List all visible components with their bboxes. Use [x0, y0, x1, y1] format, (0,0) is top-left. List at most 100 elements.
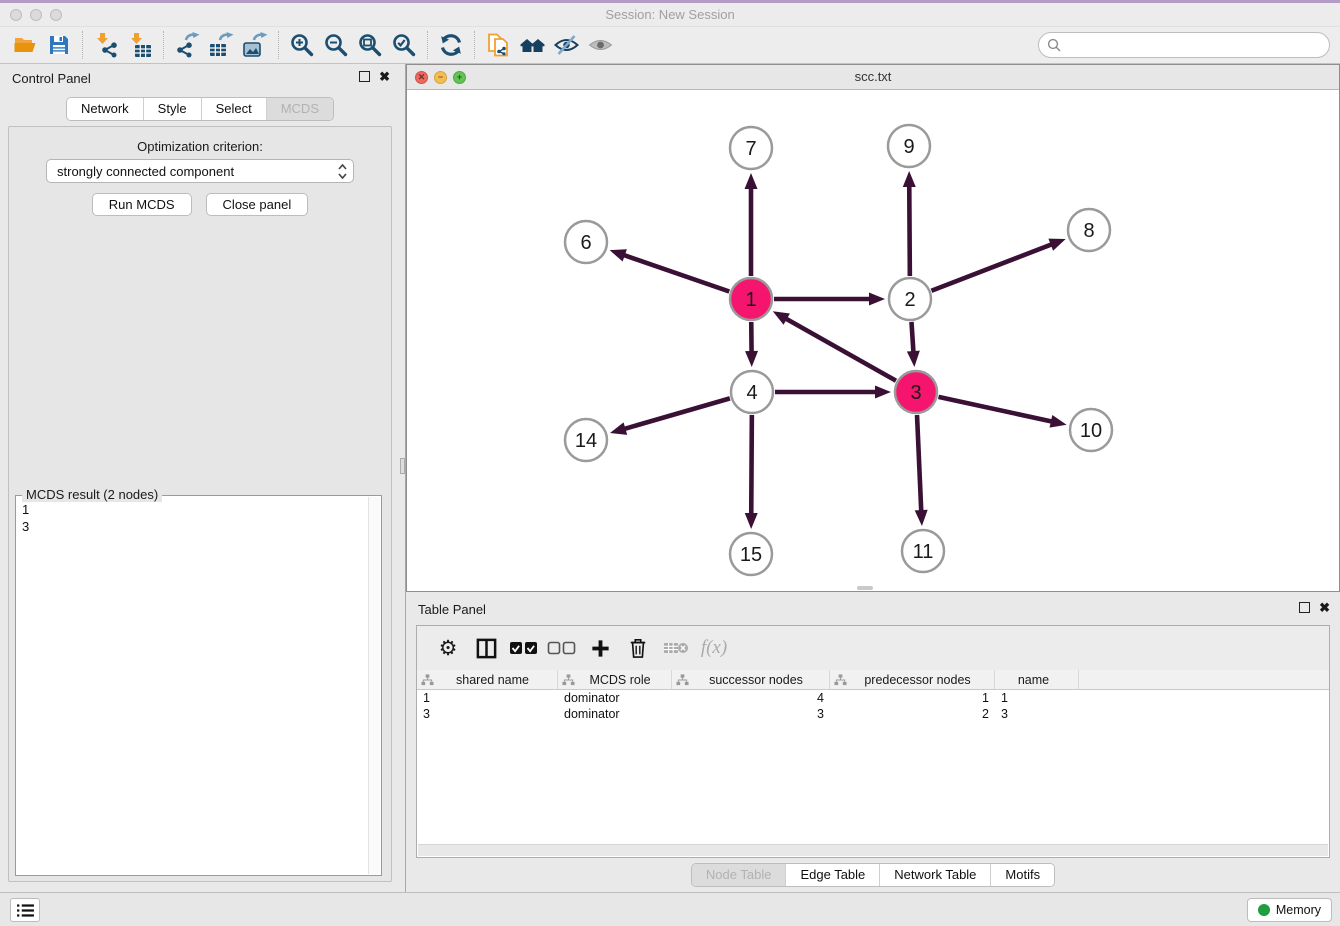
tab-mcds[interactable]: MCDS — [266, 98, 333, 120]
column-label: predecessor nodes — [847, 673, 994, 687]
zoom-selected-button[interactable] — [387, 29, 421, 61]
zoom-in-button[interactable] — [285, 29, 319, 61]
tab-network[interactable]: Network — [67, 98, 143, 120]
edge-arrowhead — [745, 173, 758, 189]
splitter-handle[interactable] — [400, 458, 405, 474]
select-all-button[interactable] — [507, 632, 541, 664]
edge-4-15[interactable] — [751, 415, 752, 515]
column-header-predecessor-nodes[interactable]: predecessor nodes — [830, 670, 995, 689]
cell-shared-name[interactable]: 1 — [417, 690, 558, 706]
show-panels-button[interactable] — [469, 632, 503, 664]
tab-node-table[interactable]: Node Table — [692, 864, 786, 886]
settings-button[interactable]: ⚙ — [431, 632, 465, 664]
result-scrollbar[interactable] — [368, 497, 380, 874]
deselect-all-icon — [547, 638, 577, 658]
deselect-all-button[interactable] — [545, 632, 579, 664]
memory-button[interactable]: Memory — [1247, 898, 1332, 922]
table-hscroll-area[interactable] — [418, 844, 1328, 856]
network-graph[interactable]: 7968124314101511 — [407, 90, 1339, 591]
cell-name[interactable]: 3 — [995, 706, 1079, 722]
criterion-selected-value: strongly connected component — [57, 164, 234, 179]
task-history-button[interactable] — [10, 898, 40, 922]
tab-network-table[interactable]: Network Table — [879, 864, 990, 886]
table-row[interactable]: 3dominator323 — [417, 706, 1329, 722]
run-mcds-button[interactable]: Run MCDS — [92, 193, 192, 216]
search-box[interactable] — [1038, 32, 1330, 58]
edge-4-14[interactable] — [623, 398, 729, 429]
hide-eye-button[interactable] — [549, 29, 583, 61]
node-label-10: 10 — [1080, 420, 1102, 442]
tab-motifs[interactable]: Motifs — [990, 864, 1054, 886]
export-table-icon — [208, 32, 235, 58]
function-builder-button[interactable]: f(x) — [697, 632, 731, 664]
close-table-panel-icon[interactable]: ✖ — [1319, 601, 1330, 614]
save-session-button[interactable] — [42, 29, 76, 61]
cell-name[interactable]: 1 — [995, 690, 1079, 706]
mcds-result-box: MCDS result (2 nodes) 13 — [15, 495, 382, 876]
edge-3-1[interactable] — [785, 318, 896, 381]
edge-1-6[interactable] — [623, 255, 729, 292]
edge-2-8[interactable] — [931, 244, 1052, 291]
home-button[interactable] — [515, 29, 549, 61]
table-toolbar: ⚙ f(x) — [417, 626, 1329, 670]
cell-shared-name[interactable]: 3 — [417, 706, 558, 722]
export-image-button[interactable] — [238, 29, 272, 61]
edge-arrowhead — [610, 422, 627, 434]
close-panel-icon[interactable]: ✖ — [379, 70, 390, 83]
cell-MCDS-role[interactable]: dominator — [558, 706, 672, 722]
delete-column-icon — [628, 637, 648, 659]
edge-2-3[interactable] — [911, 322, 913, 353]
cell-MCDS-role[interactable]: dominator — [558, 690, 672, 706]
add-column-button[interactable] — [583, 632, 617, 664]
graph-hscroll-thumb[interactable] — [857, 586, 873, 590]
export-table-button[interactable] — [204, 29, 238, 61]
close-panel-button[interactable]: Close panel — [206, 193, 309, 216]
edge-3-10[interactable] — [938, 397, 1052, 422]
node-label-8: 8 — [1083, 220, 1094, 242]
control-panel-title: Control Panel — [12, 71, 91, 86]
window-title: Session: New Session — [0, 7, 1340, 22]
column-header-MCDS-role[interactable]: MCDS role — [558, 670, 672, 689]
criterion-select[interactable]: strongly connected component — [46, 159, 354, 183]
mcds-panel: Optimization criterion: strongly connect… — [8, 126, 392, 882]
save-session-icon — [47, 33, 71, 57]
node-label-2: 2 — [904, 289, 915, 311]
column-type-icon — [562, 674, 575, 686]
column-label: successor nodes — [689, 673, 829, 687]
search-input[interactable] — [1066, 35, 1329, 55]
float-panel-icon[interactable] — [359, 71, 370, 82]
node-label-1: 1 — [745, 289, 756, 311]
tab-edge-table[interactable]: Edge Table — [785, 864, 879, 886]
float-table-panel-icon[interactable] — [1299, 602, 1310, 613]
tab-select[interactable]: Select — [201, 98, 266, 120]
cell-successor-nodes[interactable]: 3 — [672, 706, 830, 722]
cell-predecessor-nodes[interactable]: 1 — [830, 690, 995, 706]
node-label-15: 15 — [740, 544, 762, 566]
edge-3-11[interactable] — [917, 415, 921, 512]
cell-predecessor-nodes[interactable]: 2 — [830, 706, 995, 722]
open-session-button[interactable] — [8, 29, 42, 61]
column-header-name[interactable]: name — [995, 670, 1079, 689]
zoom-selected-icon — [391, 32, 417, 58]
import-network-button[interactable] — [89, 29, 123, 61]
mcds-result-node: 3 — [22, 518, 363, 535]
cell-successor-nodes[interactable]: 4 — [672, 690, 830, 706]
column-header-shared-name[interactable]: shared name — [417, 670, 558, 689]
column-header-successor-nodes[interactable]: successor nodes — [672, 670, 830, 689]
delete-column-button[interactable] — [621, 632, 655, 664]
zoom-fit-button[interactable] — [353, 29, 387, 61]
duplicate-network-button[interactable] — [481, 29, 515, 61]
network-window-titlebar: ✕ − + scc.txt — [407, 65, 1339, 90]
workspace: Control Panel ✖ NetworkStyleSelectMCDS O… — [0, 64, 1340, 892]
table-row[interactable]: 1dominator411 — [417, 690, 1329, 706]
export-network-button[interactable] — [170, 29, 204, 61]
search-icon — [1047, 38, 1061, 52]
refresh-button[interactable] — [434, 29, 468, 61]
show-eye-button[interactable] — [583, 29, 617, 61]
refresh-icon — [438, 32, 464, 58]
zoom-out-button[interactable] — [319, 29, 353, 61]
import-table-button[interactable] — [123, 29, 157, 61]
tab-style[interactable]: Style — [143, 98, 201, 120]
edge-2-9[interactable] — [909, 185, 910, 276]
delete-table-button[interactable] — [659, 632, 693, 664]
